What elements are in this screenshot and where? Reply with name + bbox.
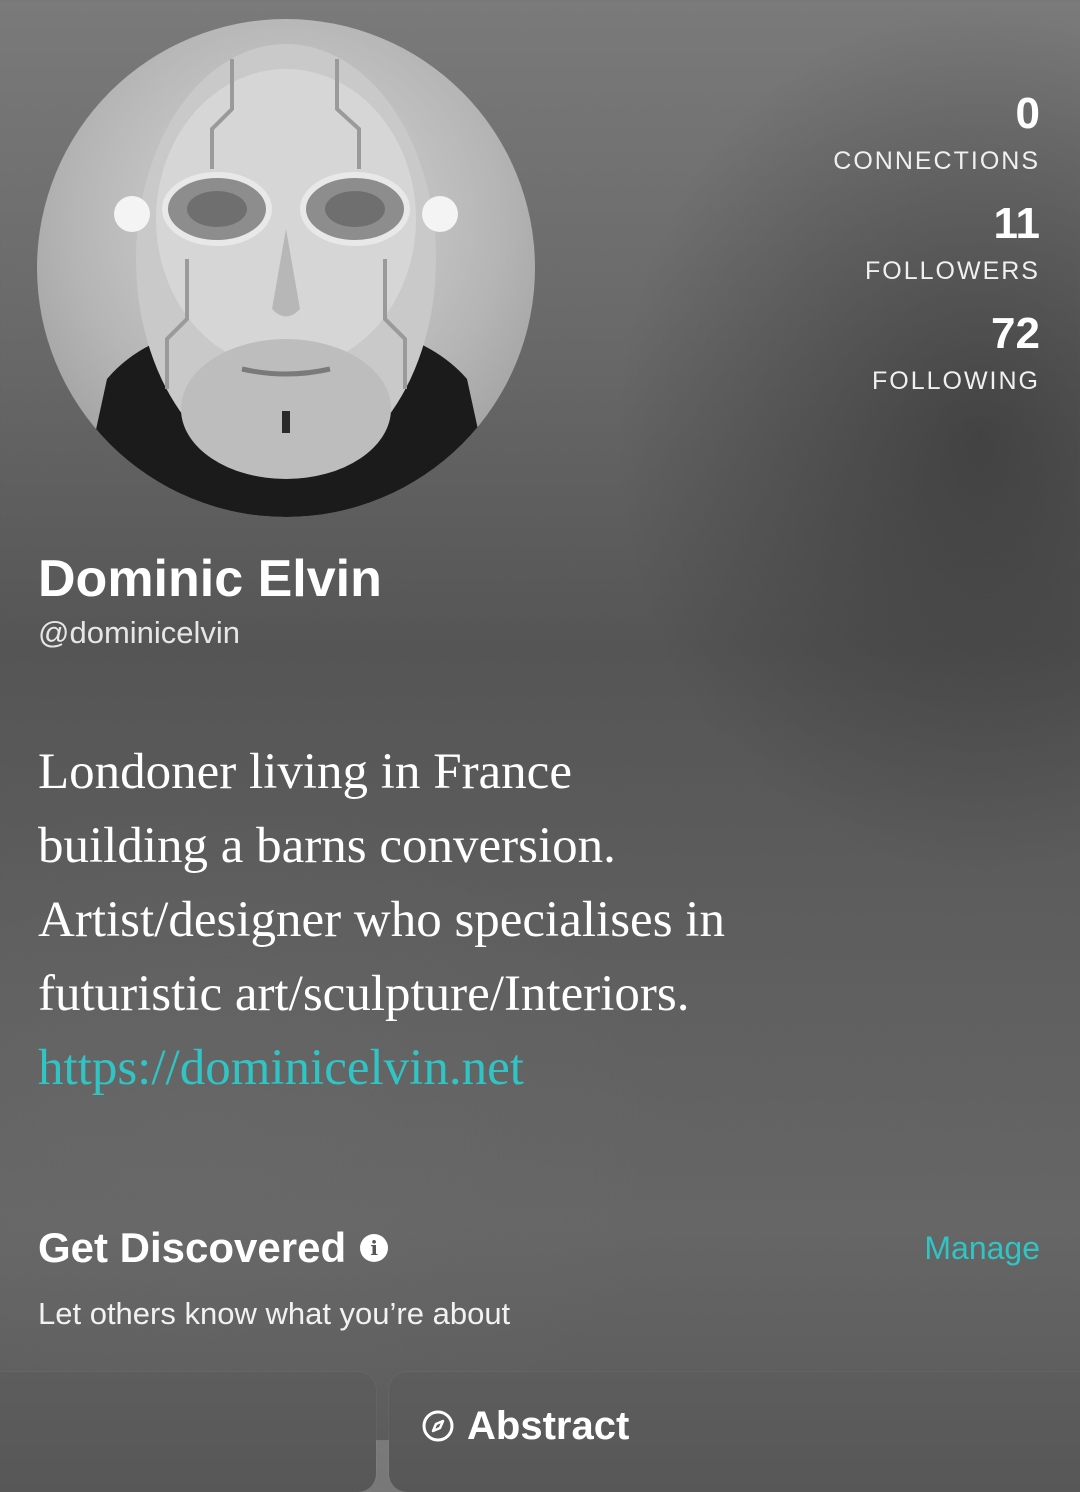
- profile-stats: 0 CONNECTIONS 11 FOLLOWERS 72 FOLLOWING: [740, 88, 1040, 418]
- profile-avatar[interactable]: [37, 19, 535, 517]
- profile-name: Dominic Elvin: [38, 550, 382, 608]
- bio-line: futuristic art/sculpture/Interiors.: [38, 966, 690, 1022]
- bio-line: building a barns conversion.: [38, 818, 616, 874]
- category-card-abstract[interactable]: Abstract: [389, 1372, 1080, 1492]
- stat-followers[interactable]: 11 FOLLOWERS: [740, 198, 1040, 288]
- connections-count: 0: [1015, 89, 1040, 138]
- following-label: FOLLOWING: [871, 367, 1040, 395]
- followers-count: 11: [993, 199, 1040, 248]
- bio-line: Londoner living in France: [38, 744, 572, 800]
- get-discovered-title: Get Discovered: [38, 1224, 347, 1271]
- following-count: 72: [991, 309, 1040, 358]
- category-name: Abstract: [467, 1404, 630, 1448]
- profile-bio: Londoner living in France building a bar…: [38, 735, 998, 1105]
- stat-following[interactable]: 72 FOLLOWING: [740, 308, 1040, 398]
- profile-handle: @dominicelvin: [38, 615, 241, 650]
- connections-label: CONNECTIONS: [833, 147, 1040, 175]
- website-link[interactable]: https://dominicelvin.net: [38, 1031, 998, 1105]
- stat-connections[interactable]: 0 CONNECTIONS: [740, 88, 1040, 178]
- bio-line: Artist/designer who specialises in: [38, 892, 725, 948]
- compass-icon: [422, 1410, 454, 1442]
- category-label: Abstract: [421, 1402, 629, 1450]
- manage-button[interactable]: Manage: [924, 1228, 1040, 1268]
- get-discovered-subtitle: Let others know what you’re about: [38, 1296, 511, 1331]
- category-card[interactable]: [0, 1372, 376, 1492]
- followers-label: FOLLOWERS: [865, 257, 1040, 285]
- info-icon[interactable]: i: [360, 1234, 389, 1262]
- avatar-image: [77, 44, 497, 517]
- get-discovered-heading: Get Discovered i: [38, 1222, 389, 1274]
